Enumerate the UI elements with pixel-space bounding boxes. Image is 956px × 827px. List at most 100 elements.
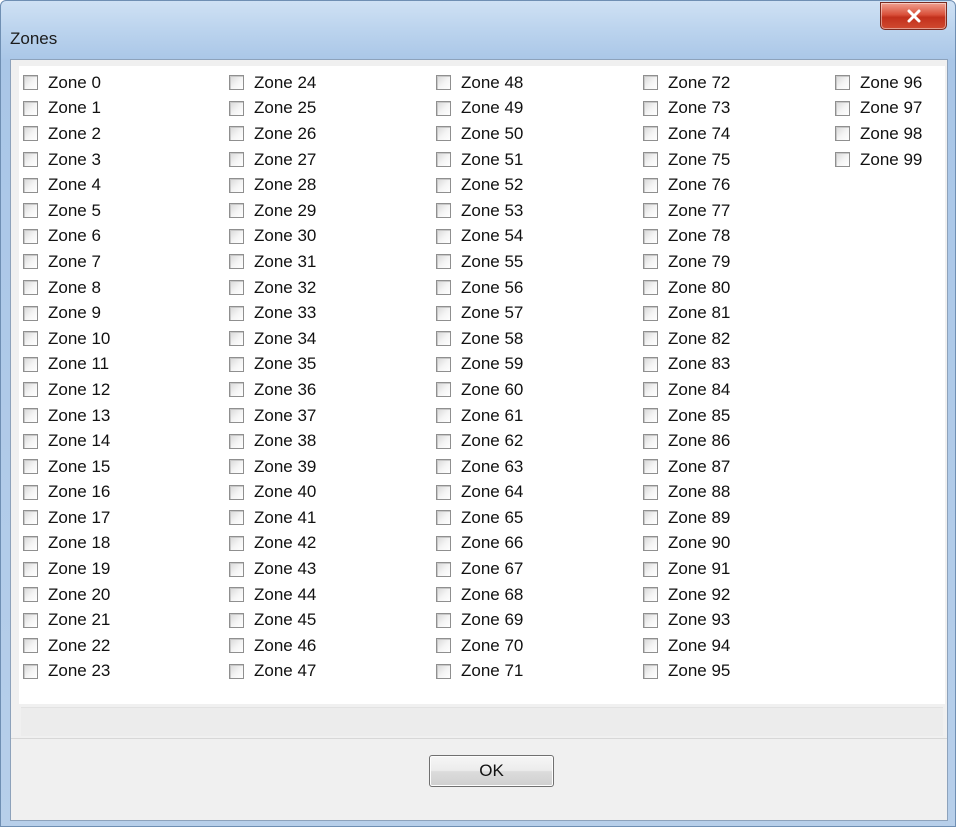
zone-checkbox[interactable] <box>436 100 451 116</box>
zone-checkbox[interactable] <box>23 561 38 577</box>
zone-checkbox-item[interactable]: Zone 48 <box>436 70 643 96</box>
zone-checkbox-item[interactable]: Zone 63 <box>436 454 643 480</box>
zone-checkbox-item[interactable]: Zone 30 <box>229 224 436 250</box>
zone-checkbox-item[interactable]: Zone 28 <box>229 172 436 198</box>
zone-checkbox-item[interactable]: Zone 37 <box>229 403 436 429</box>
zone-checkbox-item[interactable]: Zone 75 <box>643 147 835 173</box>
zone-checkbox-item[interactable]: Zone 6 <box>23 224 229 250</box>
zone-checkbox-item[interactable]: Zone 57 <box>436 300 643 326</box>
zone-checkbox-item[interactable]: Zone 44 <box>229 582 436 608</box>
zone-checkbox-item[interactable]: Zone 71 <box>436 659 643 685</box>
zone-checkbox[interactable] <box>436 75 451 91</box>
zone-checkbox[interactable] <box>229 638 244 654</box>
zone-checkbox[interactable] <box>23 408 38 424</box>
zone-checkbox-item[interactable]: Zone 88 <box>643 480 835 506</box>
zone-checkbox-item[interactable]: Zone 56 <box>436 275 643 301</box>
zone-checkbox[interactable] <box>229 228 244 244</box>
zone-checkbox-item[interactable]: Zone 25 <box>229 96 436 122</box>
zone-checkbox[interactable] <box>229 280 244 296</box>
zone-checkbox-item[interactable]: Zone 38 <box>229 428 436 454</box>
zone-checkbox[interactable] <box>229 587 244 603</box>
zone-checkbox[interactable] <box>229 254 244 270</box>
zone-checkbox[interactable] <box>229 100 244 116</box>
zone-checkbox-item[interactable]: Zone 24 <box>229 70 436 96</box>
zone-checkbox[interactable] <box>23 612 38 628</box>
zone-checkbox[interactable] <box>643 177 658 193</box>
zone-checkbox-item[interactable]: Zone 73 <box>643 96 835 122</box>
zone-checkbox[interactable] <box>229 535 244 551</box>
zone-checkbox[interactable] <box>229 152 244 168</box>
zone-checkbox-item[interactable]: Zone 45 <box>229 607 436 633</box>
zone-checkbox-item[interactable]: Zone 17 <box>23 505 229 531</box>
zone-checkbox[interactable] <box>436 177 451 193</box>
zone-checkbox-item[interactable]: Zone 40 <box>229 480 436 506</box>
zone-checkbox-item[interactable]: Zone 64 <box>436 480 643 506</box>
zone-checkbox[interactable] <box>23 638 38 654</box>
zone-checkbox[interactable] <box>229 177 244 193</box>
zone-checkbox-item[interactable]: Zone 3 <box>23 147 229 173</box>
zone-checkbox-item[interactable]: Zone 33 <box>229 300 436 326</box>
zone-checkbox[interactable] <box>229 433 244 449</box>
zone-checkbox[interactable] <box>229 203 244 219</box>
zone-checkbox-item[interactable]: Zone 99 <box>835 147 939 173</box>
zone-checkbox-item[interactable]: Zone 83 <box>643 352 835 378</box>
zone-checkbox-item[interactable]: Zone 60 <box>436 377 643 403</box>
zone-checkbox-item[interactable]: Zone 16 <box>23 480 229 506</box>
zone-checkbox[interactable] <box>23 535 38 551</box>
zone-checkbox[interactable] <box>436 408 451 424</box>
zone-checkbox[interactable] <box>643 152 658 168</box>
zone-checkbox[interactable] <box>23 177 38 193</box>
zone-checkbox-item[interactable]: Zone 14 <box>23 428 229 454</box>
zone-checkbox[interactable] <box>229 408 244 424</box>
zone-checkbox[interactable] <box>229 75 244 91</box>
zone-checkbox-item[interactable]: Zone 96 <box>835 70 939 96</box>
zone-checkbox[interactable] <box>643 356 658 372</box>
zone-checkbox[interactable] <box>436 663 451 679</box>
zone-checkbox-item[interactable]: Zone 69 <box>436 607 643 633</box>
zone-checkbox[interactable] <box>835 152 850 168</box>
zone-checkbox[interactable] <box>23 459 38 475</box>
zone-checkbox-item[interactable]: Zone 12 <box>23 377 229 403</box>
title-bar[interactable]: Zones <box>1 1 955 59</box>
zone-checkbox[interactable] <box>23 663 38 679</box>
zone-checkbox[interactable] <box>643 433 658 449</box>
zone-checkbox[interactable] <box>436 561 451 577</box>
zone-checkbox-item[interactable]: Zone 29 <box>229 198 436 224</box>
zone-checkbox-item[interactable]: Zone 93 <box>643 607 835 633</box>
zone-checkbox-item[interactable]: Zone 54 <box>436 224 643 250</box>
zone-checkbox[interactable] <box>229 382 244 398</box>
zone-checkbox-item[interactable]: Zone 46 <box>229 633 436 659</box>
zone-checkbox[interactable] <box>436 612 451 628</box>
zone-checkbox[interactable] <box>835 100 850 116</box>
zone-checkbox[interactable] <box>436 152 451 168</box>
zone-checkbox[interactable] <box>436 535 451 551</box>
zone-checkbox[interactable] <box>643 228 658 244</box>
zone-checkbox[interactable] <box>643 587 658 603</box>
zone-checkbox-item[interactable]: Zone 87 <box>643 454 835 480</box>
zone-checkbox-item[interactable]: Zone 58 <box>436 326 643 352</box>
zone-checkbox[interactable] <box>643 612 658 628</box>
zone-checkbox[interactable] <box>643 75 658 91</box>
zone-checkbox-item[interactable]: Zone 52 <box>436 172 643 198</box>
zone-checkbox[interactable] <box>23 254 38 270</box>
zone-checkbox-item[interactable]: Zone 62 <box>436 428 643 454</box>
zone-checkbox[interactable] <box>643 510 658 526</box>
zone-checkbox[interactable] <box>643 280 658 296</box>
zone-checkbox-item[interactable]: Zone 86 <box>643 428 835 454</box>
zone-checkbox-item[interactable]: Zone 39 <box>229 454 436 480</box>
zone-checkbox[interactable] <box>643 408 658 424</box>
zone-checkbox-item[interactable]: Zone 51 <box>436 147 643 173</box>
zone-checkbox-item[interactable]: Zone 21 <box>23 607 229 633</box>
zone-checkbox-item[interactable]: Zone 35 <box>229 352 436 378</box>
zone-checkbox[interactable] <box>23 433 38 449</box>
zone-checkbox[interactable] <box>643 535 658 551</box>
zone-checkbox-item[interactable]: Zone 98 <box>835 121 939 147</box>
zone-checkbox[interactable] <box>436 433 451 449</box>
zone-checkbox-item[interactable]: Zone 78 <box>643 224 835 250</box>
zone-checkbox[interactable] <box>229 331 244 347</box>
zone-checkbox[interactable] <box>436 459 451 475</box>
zone-checkbox[interactable] <box>643 254 658 270</box>
zone-checkbox[interactable] <box>23 510 38 526</box>
zone-checkbox[interactable] <box>23 280 38 296</box>
zone-checkbox-item[interactable]: Zone 77 <box>643 198 835 224</box>
